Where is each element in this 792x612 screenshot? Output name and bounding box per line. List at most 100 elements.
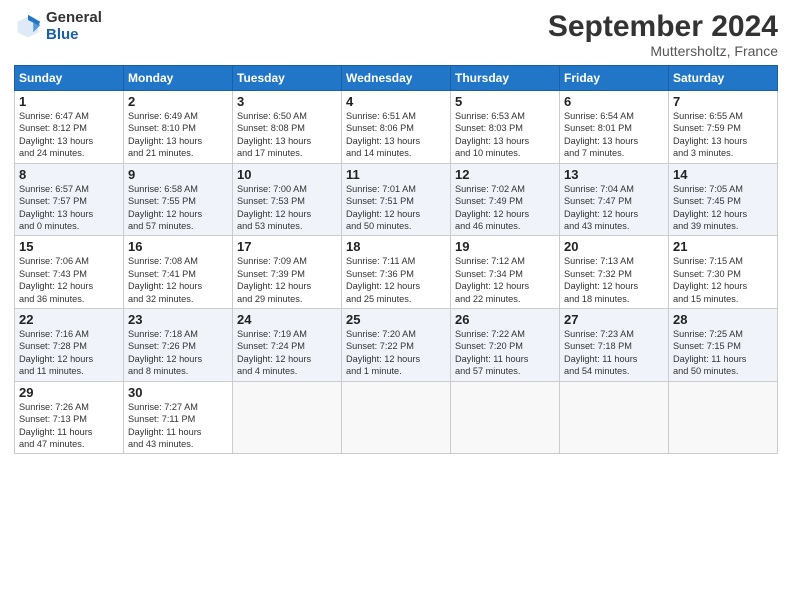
day-info-line: Daylight: 13 hours (564, 135, 664, 147)
day-info-line: Sunset: 7:36 PM (346, 268, 446, 280)
day-info: Sunrise: 6:50 AMSunset: 8:08 PMDaylight:… (237, 110, 337, 160)
day-info-line: and 57 minutes. (128, 220, 228, 232)
day-info-line: Sunset: 8:01 PM (564, 122, 664, 134)
day-info-line: and 25 minutes. (346, 293, 446, 305)
table-cell: 6Sunrise: 6:54 AMSunset: 8:01 PMDaylight… (560, 91, 669, 164)
day-info-line: Sunrise: 7:23 AM (564, 328, 664, 340)
day-info-line: Sunrise: 6:58 AM (128, 183, 228, 195)
day-info-line: Sunrise: 6:54 AM (564, 110, 664, 122)
day-info: Sunrise: 7:26 AMSunset: 7:13 PMDaylight:… (19, 401, 119, 451)
day-info-line: Sunset: 7:15 PM (673, 340, 773, 352)
day-info-line: Sunrise: 7:25 AM (673, 328, 773, 340)
day-info-line: and 11 minutes. (19, 365, 119, 377)
day-number: 22 (19, 312, 119, 327)
table-cell: 17Sunrise: 7:09 AMSunset: 7:39 PMDayligh… (233, 236, 342, 309)
day-number: 19 (455, 239, 555, 254)
day-info: Sunrise: 7:27 AMSunset: 7:11 PMDaylight:… (128, 401, 228, 451)
day-info-line: Sunrise: 6:47 AM (19, 110, 119, 122)
week-row-4: 22Sunrise: 7:16 AMSunset: 7:28 PMDayligh… (15, 309, 778, 382)
day-info-line: and 46 minutes. (455, 220, 555, 232)
logo-general-text: General (46, 10, 102, 27)
table-cell: 2Sunrise: 6:49 AMSunset: 8:10 PMDaylight… (124, 91, 233, 164)
day-info-line: Sunset: 7:57 PM (19, 195, 119, 207)
table-cell (451, 381, 560, 454)
table-cell: 10Sunrise: 7:00 AMSunset: 7:53 PMDayligh… (233, 163, 342, 236)
table-cell: 20Sunrise: 7:13 AMSunset: 7:32 PMDayligh… (560, 236, 669, 309)
day-info-line: Daylight: 12 hours (19, 280, 119, 292)
table-cell: 22Sunrise: 7:16 AMSunset: 7:28 PMDayligh… (15, 309, 124, 382)
day-info-line: Sunset: 8:10 PM (128, 122, 228, 134)
day-number: 16 (128, 239, 228, 254)
day-info: Sunrise: 7:12 AMSunset: 7:34 PMDaylight:… (455, 255, 555, 305)
day-info-line: Sunrise: 6:53 AM (455, 110, 555, 122)
day-info: Sunrise: 7:04 AMSunset: 7:47 PMDaylight:… (564, 183, 664, 233)
day-info-line: Daylight: 11 hours (673, 353, 773, 365)
day-info-line: Sunrise: 6:57 AM (19, 183, 119, 195)
day-number: 25 (346, 312, 446, 327)
day-number: 15 (19, 239, 119, 254)
day-number: 13 (564, 167, 664, 182)
day-info-line: Daylight: 12 hours (673, 208, 773, 220)
day-info: Sunrise: 7:23 AMSunset: 7:18 PMDaylight:… (564, 328, 664, 378)
day-info-line: and 43 minutes. (128, 438, 228, 450)
day-info-line: Daylight: 11 hours (455, 353, 555, 365)
day-info: Sunrise: 6:47 AMSunset: 8:12 PMDaylight:… (19, 110, 119, 160)
day-info-line: and 47 minutes. (19, 438, 119, 450)
day-info-line: Sunrise: 7:05 AM (673, 183, 773, 195)
table-cell: 13Sunrise: 7:04 AMSunset: 7:47 PMDayligh… (560, 163, 669, 236)
day-info: Sunrise: 7:19 AMSunset: 7:24 PMDaylight:… (237, 328, 337, 378)
day-info-line: and 10 minutes. (455, 147, 555, 159)
day-number: 24 (237, 312, 337, 327)
table-cell: 5Sunrise: 6:53 AMSunset: 8:03 PMDaylight… (451, 91, 560, 164)
header-row: Sunday Monday Tuesday Wednesday Thursday… (15, 66, 778, 91)
col-thursday: Thursday (451, 66, 560, 91)
day-info-line: and 3 minutes. (673, 147, 773, 159)
day-info-line: and 21 minutes. (128, 147, 228, 159)
day-number: 11 (346, 167, 446, 182)
day-info-line: Sunset: 7:22 PM (346, 340, 446, 352)
day-number: 3 (237, 94, 337, 109)
day-number: 7 (673, 94, 773, 109)
day-info-line: Sunrise: 7:18 AM (128, 328, 228, 340)
day-info-line: and 43 minutes. (564, 220, 664, 232)
table-cell: 28Sunrise: 7:25 AMSunset: 7:15 PMDayligh… (669, 309, 778, 382)
day-info-line: Sunrise: 6:55 AM (673, 110, 773, 122)
day-number: 21 (673, 239, 773, 254)
day-info-line: Daylight: 13 hours (346, 135, 446, 147)
day-info-line: Daylight: 13 hours (673, 135, 773, 147)
day-info-line: Sunrise: 7:09 AM (237, 255, 337, 267)
title-area: September 2024 Muttersholtz, France (548, 10, 778, 59)
table-cell: 14Sunrise: 7:05 AMSunset: 7:45 PMDayligh… (669, 163, 778, 236)
calendar-title: September 2024 (548, 10, 778, 43)
day-number: 9 (128, 167, 228, 182)
day-info-line: Sunrise: 7:19 AM (237, 328, 337, 340)
table-cell: 9Sunrise: 6:58 AMSunset: 7:55 PMDaylight… (124, 163, 233, 236)
day-info-line: Daylight: 12 hours (564, 280, 664, 292)
day-info-line: Sunset: 7:18 PM (564, 340, 664, 352)
table-cell: 18Sunrise: 7:11 AMSunset: 7:36 PMDayligh… (342, 236, 451, 309)
day-info-line: Sunset: 7:30 PM (673, 268, 773, 280)
day-info-line: Sunrise: 7:02 AM (455, 183, 555, 195)
table-cell (669, 381, 778, 454)
day-number: 26 (455, 312, 555, 327)
day-info-line: Daylight: 12 hours (237, 280, 337, 292)
day-info-line: and 57 minutes. (455, 365, 555, 377)
day-info-line: Sunrise: 7:04 AM (564, 183, 664, 195)
day-info-line: Daylight: 13 hours (19, 135, 119, 147)
table-cell: 1Sunrise: 6:47 AMSunset: 8:12 PMDaylight… (15, 91, 124, 164)
day-info-line: Daylight: 12 hours (128, 353, 228, 365)
day-number: 12 (455, 167, 555, 182)
day-info: Sunrise: 7:09 AMSunset: 7:39 PMDaylight:… (237, 255, 337, 305)
day-info: Sunrise: 7:11 AMSunset: 7:36 PMDaylight:… (346, 255, 446, 305)
day-number: 18 (346, 239, 446, 254)
day-info: Sunrise: 7:18 AMSunset: 7:26 PMDaylight:… (128, 328, 228, 378)
day-info: Sunrise: 7:25 AMSunset: 7:15 PMDaylight:… (673, 328, 773, 378)
table-cell (560, 381, 669, 454)
day-info: Sunrise: 6:57 AMSunset: 7:57 PMDaylight:… (19, 183, 119, 233)
calendar-table: Sunday Monday Tuesday Wednesday Thursday… (14, 65, 778, 454)
day-info-line: Sunset: 7:41 PM (128, 268, 228, 280)
table-cell: 26Sunrise: 7:22 AMSunset: 7:20 PMDayligh… (451, 309, 560, 382)
day-number: 14 (673, 167, 773, 182)
day-info-line: and 29 minutes. (237, 293, 337, 305)
day-info: Sunrise: 6:55 AMSunset: 7:59 PMDaylight:… (673, 110, 773, 160)
